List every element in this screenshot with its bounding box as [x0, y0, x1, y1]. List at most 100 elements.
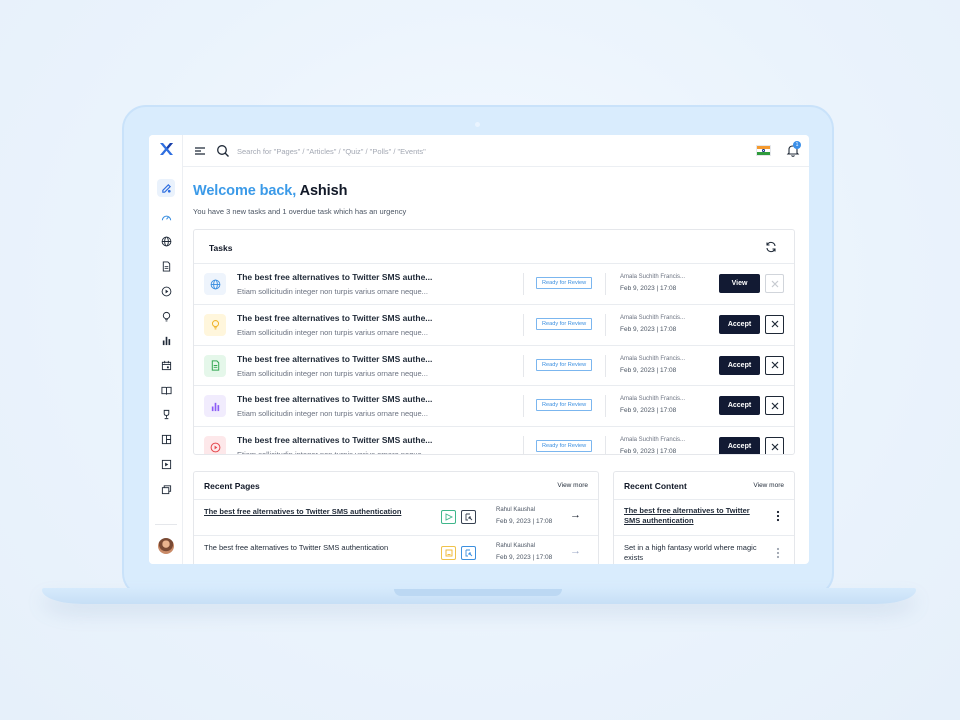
- view-button[interactable]: View: [719, 274, 760, 293]
- close-icon: [771, 402, 778, 410]
- close-icon: [771, 280, 778, 287]
- bar-chart-icon: [162, 336, 170, 345]
- tasks-list: The best free alternatives to Twitter SM…: [194, 263, 794, 455]
- welcome-name: Ashish: [299, 183, 348, 199]
- card-divider: [614, 499, 794, 500]
- task-title[interactable]: The best free alternatives to Twitter SM…: [237, 313, 437, 323]
- task-row[interactable]: The best free alternatives to Twitter SM…: [194, 385, 794, 426]
- recent-pages-view-more-link[interactable]: View more: [557, 482, 588, 489]
- task-description: Etiam sollicitudin integer non turpis va…: [237, 409, 428, 419]
- bar-chart-icon: [204, 395, 226, 418]
- recent-page-date: Feb 9, 2023 | 17:08: [496, 554, 553, 561]
- column-divider: [523, 395, 524, 418]
- recent-page-date: Feb 9, 2023 | 17:08: [496, 518, 553, 525]
- recent-content-item-title[interactable]: The best free alternatives to Twitter SM…: [624, 506, 764, 526]
- bulb-icon: [204, 313, 226, 336]
- recent-page-title[interactable]: The best free alternatives to Twitter SM…: [204, 543, 388, 552]
- task-row[interactable]: The best free alternatives to Twitter SM…: [194, 344, 794, 386]
- task-row[interactable]: The best free alternatives to Twitter SM…: [194, 426, 794, 455]
- media-icon: [161, 459, 171, 469]
- recent-page-open-arrow[interactable]: →: [570, 509, 581, 521]
- task-author: Amala Suchith Francis...: [620, 396, 686, 403]
- sidebar-item-ideas[interactable]: [157, 307, 175, 325]
- bulb-icon[interactable]: [441, 546, 456, 560]
- accept-button[interactable]: Accept: [719, 355, 760, 375]
- more-options-icon[interactable]: [776, 547, 780, 559]
- globe-icon: [161, 236, 171, 246]
- sidebar-item-events[interactable]: [157, 356, 175, 374]
- reject-button[interactable]: [765, 274, 784, 293]
- task-title[interactable]: The best free alternatives to Twitter SM…: [237, 272, 437, 282]
- accept-button[interactable]: Accept: [719, 437, 760, 454]
- reject-button[interactable]: [765, 314, 784, 334]
- task-row[interactable]: The best free alternatives to Twitter SM…: [194, 303, 794, 345]
- task-date: Feb 9, 2023 | 17:08: [620, 448, 677, 455]
- sidebar-item-speed[interactable]: [157, 208, 175, 226]
- column-divider: [523, 354, 524, 377]
- column-divider: [605, 436, 606, 454]
- recent-page-open-arrow[interactable]: →: [570, 545, 581, 557]
- refresh-icon[interactable]: [765, 241, 777, 253]
- app-logo-icon[interactable]: [158, 141, 174, 157]
- search-icon[interactable]: [216, 144, 230, 158]
- sidebar-item-dashboard[interactable]: [157, 179, 175, 197]
- row-divider: [194, 535, 598, 536]
- edit-icon[interactable]: [461, 510, 476, 524]
- sidebar-item-media[interactable]: [157, 455, 175, 473]
- sidebar-item-windows[interactable]: [157, 480, 175, 498]
- menu-icon[interactable]: [194, 145, 206, 157]
- gauge-icon: [161, 215, 171, 220]
- reject-button[interactable]: [765, 437, 784, 454]
- status-badge: Ready for Review: [536, 399, 593, 412]
- sidebar-item-web[interactable]: [157, 232, 175, 250]
- tasks-title: Tasks: [209, 243, 233, 253]
- reject-button[interactable]: [765, 396, 784, 416]
- task-date: Feb 9, 2023 | 17:08: [620, 366, 677, 374]
- recent-page-title[interactable]: The best free alternatives to Twitter SM…: [204, 507, 401, 516]
- avatar[interactable]: [158, 538, 174, 554]
- document-icon: [204, 354, 226, 377]
- sidebar-item-awards[interactable]: [157, 405, 175, 423]
- task-description: Etiam sollicitudin integer non turpis va…: [237, 327, 428, 337]
- more-options-icon[interactable]: [776, 510, 780, 522]
- calendar-icon: [161, 360, 171, 370]
- send-icon[interactable]: [441, 510, 456, 524]
- search-input[interactable]: [237, 144, 537, 158]
- accept-button[interactable]: Accept: [719, 314, 760, 334]
- edit-icon[interactable]: [461, 546, 476, 560]
- layout-icon: [161, 434, 171, 444]
- accept-button[interactable]: Accept: [719, 396, 760, 416]
- task-title[interactable]: The best free alternatives to Twitter SM…: [237, 435, 437, 445]
- close-icon: [771, 443, 778, 451]
- tasks-card: Tasks The best free alternatives to Twit…: [193, 229, 795, 455]
- task-title[interactable]: The best free alternatives to Twitter SM…: [237, 354, 437, 364]
- column-divider: [605, 273, 606, 295]
- reject-button[interactable]: [765, 355, 784, 375]
- status-badge: Ready for Review: [536, 277, 593, 289]
- recent-content-view-more-link[interactable]: View more: [753, 482, 784, 489]
- recent-content-item-title[interactable]: Set in a high fantasy world where magic …: [624, 543, 764, 563]
- task-description: Etiam sollicitudin integer non turpis va…: [237, 368, 428, 378]
- laptop-camera: [475, 122, 480, 127]
- app-screen: 1 Welcome back, Ashish You have 3 new ta…: [149, 135, 809, 564]
- india-flag-icon[interactable]: [756, 145, 771, 156]
- sidebar-item-videos[interactable]: [157, 282, 175, 300]
- task-description: Etiam sollicitudin integer non turpis va…: [237, 450, 428, 455]
- task-date: Feb 9, 2023 | 17:08: [620, 407, 677, 415]
- task-row[interactable]: The best free alternatives to Twitter SM…: [194, 263, 794, 304]
- recent-page-author: Rahul Kaushal: [496, 543, 536, 549]
- column-divider: [523, 313, 524, 336]
- column-divider: [605, 395, 606, 418]
- column-divider: [605, 354, 606, 377]
- sidebar-item-analytics[interactable]: [157, 331, 175, 349]
- recent-content-title: Recent Content: [624, 481, 687, 491]
- sidebar-item-layout[interactable]: [157, 430, 175, 448]
- sidebar-item-library[interactable]: [157, 381, 175, 399]
- laptop-notch: [394, 589, 562, 596]
- windows-icon: [161, 484, 171, 494]
- recent-content-card: Recent Content View more The best free a…: [613, 471, 795, 564]
- card-divider: [194, 499, 598, 500]
- task-title[interactable]: The best free alternatives to Twitter SM…: [237, 394, 437, 404]
- sidebar-item-pages[interactable]: [157, 257, 175, 275]
- play-icon: [161, 286, 171, 296]
